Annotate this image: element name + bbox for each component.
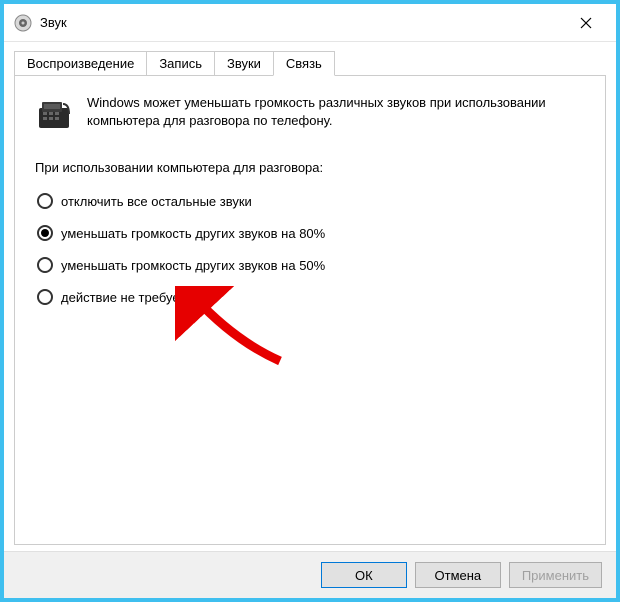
radio-label: отключить все остальные звуки [61, 194, 252, 209]
tab-recording[interactable]: Запись [146, 51, 215, 76]
radio-icon [37, 193, 53, 209]
tab-strip: Воспроизведение Запись Звуки Связь [14, 51, 606, 76]
radio-reduce-80[interactable]: уменьшать громкость других звуков на 80% [37, 225, 585, 241]
radio-icon [37, 257, 53, 273]
intro-text: Windows может уменьшать громкость различ… [87, 94, 585, 130]
radio-label: уменьшать громкость других звуков на 50% [61, 258, 325, 273]
intro-row: Windows может уменьшать громкость различ… [35, 94, 585, 132]
window-title: Звук [40, 15, 566, 30]
radio-label: уменьшать громкость других звуков на 80% [61, 226, 325, 241]
radio-label: действие не требуется [61, 290, 199, 305]
button-bar: ОК Отмена Применить [4, 551, 616, 598]
titlebar: Звук [4, 4, 616, 42]
close-button[interactable] [566, 8, 606, 38]
speaker-icon [14, 14, 32, 32]
tab-communications[interactable]: Связь [273, 51, 335, 76]
outer-frame: Звук Воспроизведение Запись Звуки Связь [0, 0, 620, 602]
tab-sounds[interactable]: Звуки [214, 51, 274, 76]
apply-button[interactable]: Применить [509, 562, 602, 588]
radio-icon [37, 225, 53, 241]
ok-button[interactable]: ОК [321, 562, 407, 588]
radio-group: отключить все остальные звуки уменьшать … [37, 193, 585, 305]
tabs-area: Воспроизведение Запись Звуки Связь [4, 42, 616, 545]
radio-mute-all[interactable]: отключить все остальные звуки [37, 193, 585, 209]
phone-icon [35, 94, 73, 132]
sound-window: Звук Воспроизведение Запись Звуки Связь [4, 4, 616, 598]
group-label: При использовании компьютера для разгово… [35, 160, 585, 175]
radio-reduce-50[interactable]: уменьшать громкость других звуков на 50% [37, 257, 585, 273]
tab-content: Windows может уменьшать громкость различ… [14, 75, 606, 545]
tab-playback[interactable]: Воспроизведение [14, 51, 147, 76]
radio-do-nothing[interactable]: действие не требуется [37, 289, 585, 305]
cancel-button[interactable]: Отмена [415, 562, 501, 588]
radio-icon [37, 289, 53, 305]
